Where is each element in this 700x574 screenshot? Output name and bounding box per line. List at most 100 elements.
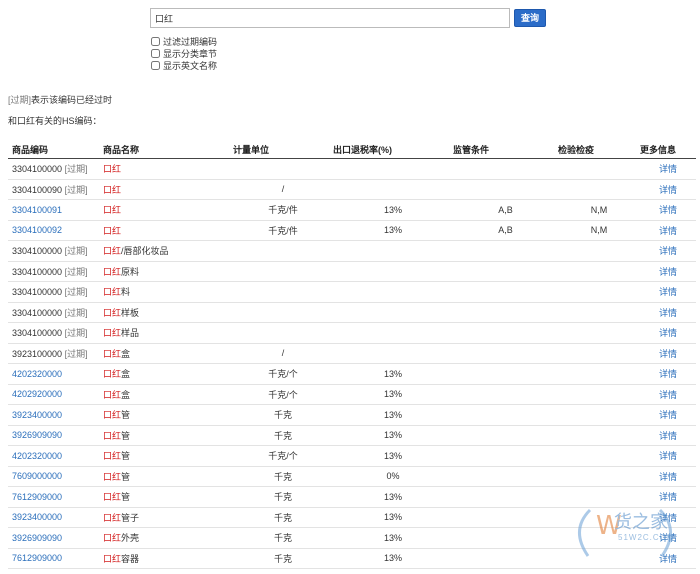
details-link[interactable]: 详情 [659,308,677,318]
keyword-highlight: 口红 [103,205,122,216]
hs-code-link[interactable]: 4202320000 [12,369,62,379]
cell-unit [233,302,333,323]
product-name-rest: 外壳 [121,533,140,544]
cell-code: 3304100000 [过期] [8,261,103,282]
cell-inspection [558,363,640,385]
header-unit: 计量单位 [233,140,333,159]
show-english-checkbox[interactable] [151,60,160,70]
details-link[interactable]: 详情 [659,369,677,379]
details-link[interactable]: 详情 [659,267,677,277]
keyword-highlight: 口红 [103,369,122,380]
search-button[interactable]: 查询 [514,9,547,27]
cell-more-info: 详情 [640,302,696,323]
hs-code-link[interactable]: 4202920000 [12,389,62,399]
hs-code-link[interactable]: 3304100092 [12,225,62,235]
details-link[interactable]: 详情 [659,205,677,215]
cell-more-info: 详情 [640,322,696,344]
cell-rebate-rate [333,158,453,180]
cell-rebate-rate: 13% [333,486,453,508]
filter-expired-checkbox[interactable] [151,36,160,46]
cell-supervision [453,343,558,364]
cell-rebate-rate [333,261,453,282]
details-link[interactable]: 详情 [659,451,677,461]
cell-inspection [558,240,640,262]
cell-rebate-rate [333,281,453,303]
cell-unit [233,240,333,262]
details-link[interactable]: 详情 [659,472,677,482]
details-link[interactable]: 详情 [659,390,677,400]
expired-hint: [过期]表示该编码已经过时 [8,93,112,106]
hs-code-link[interactable]: 4202320000 [12,451,62,461]
cell-more-info: 详情 [640,363,696,385]
details-link[interactable]: 详情 [659,226,677,236]
cell-rebate-rate: 13% [333,527,453,549]
expired-tag: [过期] [64,246,88,257]
cell-unit: / [233,179,333,200]
hs-code-link[interactable]: 3926909090 [12,430,62,440]
product-name-rest: 盒 [121,369,131,380]
cell-rebate-rate: 0% [333,466,453,487]
table-row: 3926909090 口红管 千克 13% 详情 [8,425,696,446]
option-show-english[interactable]: 显示英文名称 [150,59,217,71]
details-link[interactable]: 详情 [659,431,677,441]
keyword-highlight: 口红 [103,471,122,482]
table-row: 3304100091 口红 千克/件 13% A,B N,M 详情 [8,199,696,221]
cell-supervision [453,261,558,282]
details-link[interactable]: 详情 [659,246,677,256]
details-link[interactable]: 详情 [659,328,677,338]
cell-inspection [558,384,640,405]
expired-tag: [过期] [64,348,88,359]
keyword-highlight: 口红 [103,430,122,441]
option-filter-expired[interactable]: 过滤过期编码 [150,35,217,47]
cell-more-info: 详情 [640,281,696,303]
cell-name: 口红容器 [103,548,233,569]
keyword-highlight: 口红 [103,266,122,277]
cell-code: 3926909090 [8,425,103,446]
hs-code: 3304100000 [12,164,63,175]
cell-code: 3923100000 [过期] [8,343,103,364]
hs-code-link[interactable]: 3923400000 [12,512,62,522]
cell-supervision [453,302,558,323]
cell-code: 3304100000 [过期] [8,158,103,180]
cell-code: 3926909090 [8,527,103,549]
cell-inspection [558,404,640,426]
product-name-rest: 管 [121,451,131,462]
cell-rebate-rate: 13% [333,199,453,221]
cell-code: 4202320000 [8,445,103,467]
details-link[interactable]: 详情 [659,349,677,359]
cell-code: 7612909000 [8,548,103,569]
cell-rebate-rate [333,322,453,344]
hs-code-link[interactable]: 7609000000 [12,471,62,481]
show-chapters-checkbox[interactable] [151,48,160,58]
cell-more-info: 详情 [640,425,696,446]
cell-rebate-rate: 13% [333,445,453,467]
product-name-rest: 容器 [121,553,140,564]
hs-code-link[interactable]: 7612909000 [12,492,62,502]
cell-code: 3304100091 [8,199,103,221]
details-link[interactable]: 详情 [659,164,677,174]
hs-code-link[interactable]: 3923400000 [12,410,62,420]
cell-name: 口红管 [103,404,233,426]
keyword-highlight: 口红 [103,492,122,503]
cell-name: 口红 [103,179,233,200]
search-input[interactable] [150,8,510,28]
keyword-highlight: 口红 [103,307,122,318]
details-link[interactable]: 详情 [659,410,677,420]
cell-name: 口红 [103,220,233,241]
product-name-rest: 管 [121,492,131,503]
cell-code: 3923400000 [8,404,103,426]
cell-supervision [453,158,558,180]
cell-rebate-rate: 13% [333,507,453,528]
cell-unit: 千克 [233,466,333,487]
hs-code-link[interactable]: 7612909000 [12,553,62,563]
details-link[interactable]: 详情 [659,185,677,195]
hs-code-link[interactable]: 3304100091 [12,205,62,215]
details-link[interactable]: 详情 [659,287,677,297]
hs-code: 3304100090 [12,184,63,195]
hs-code: 3304100000 [12,307,63,318]
hs-code-link[interactable]: 3926909090 [12,533,62,543]
option-show-chapters[interactable]: 显示分类章节 [150,47,217,59]
cell-more-info: 详情 [640,343,696,364]
keyword-highlight: 口红 [103,348,122,359]
keyword-highlight: 口红 [103,533,122,544]
